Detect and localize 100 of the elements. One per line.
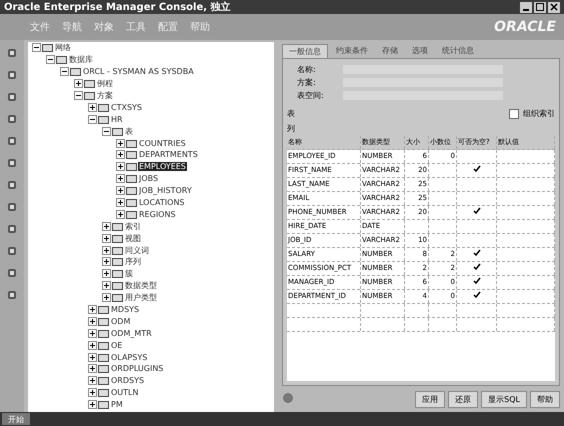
toolbar-icon[interactable] (5, 222, 19, 236)
tree-item[interactable]: 视图 (124, 232, 142, 244)
folder-icon (98, 352, 109, 362)
tree-item[interactable]: 簇 (124, 268, 134, 280)
tab[interactable]: 统计信息 (436, 44, 480, 58)
expand-icon[interactable] (88, 388, 97, 398)
expand-icon[interactable] (102, 246, 111, 255)
tree-item[interactable]: ORDPLUGINS (110, 364, 164, 374)
tree-item[interactable]: ORCL - SYSMAN AS SYSDBA (82, 67, 195, 76)
collapse-icon[interactable] (46, 55, 55, 64)
folder-icon (126, 162, 137, 172)
tree-item[interactable]: ODM (110, 316, 132, 326)
expand-icon[interactable] (102, 269, 111, 278)
tree-item[interactable]: MDSYS (110, 305, 140, 314)
expand-icon[interactable] (116, 174, 125, 184)
tree-item[interactable]: OUTLN (110, 388, 140, 398)
expand-icon[interactable] (102, 281, 111, 290)
tree-item[interactable]: 网络 (54, 42, 72, 54)
expand-icon[interactable] (102, 222, 111, 231)
expand-icon[interactable] (88, 328, 97, 338)
toolbar-icon[interactable] (5, 288, 19, 302)
tree-item[interactable]: 数据类型 (124, 280, 158, 292)
collapse-icon[interactable] (60, 67, 69, 76)
tree-item[interactable]: CTXSYS (110, 102, 143, 112)
tree-item[interactable]: REGIONS (138, 210, 177, 219)
tree-item[interactable]: 例程 (96, 78, 114, 90)
maximize-icon[interactable] (534, 2, 546, 12)
expand-icon[interactable] (116, 210, 125, 219)
folder-icon (112, 222, 123, 231)
folder-icon (98, 305, 109, 314)
folder-icon (126, 210, 137, 219)
tree-item[interactable]: ODM_MTR (110, 328, 153, 338)
expand-icon[interactable] (102, 257, 111, 266)
toolbar-icon[interactable] (5, 112, 19, 126)
expand-icon[interactable] (88, 102, 97, 112)
tree-item[interactable]: EMPLOYEES (138, 162, 187, 172)
tree-item[interactable]: ORDSYS (110, 376, 146, 386)
tree-item[interactable]: COUNTRIES (138, 138, 187, 148)
toolbar-icon[interactable] (5, 200, 19, 214)
toolbar-icon[interactable] (5, 46, 19, 60)
tree-item[interactable]: 序列 (124, 256, 142, 268)
folder-icon (98, 400, 109, 410)
toolbar-icon[interactable] (5, 178, 19, 192)
expand-icon[interactable] (88, 376, 97, 386)
expand-icon[interactable] (116, 186, 125, 196)
folder-icon (98, 102, 109, 112)
expand-icon[interactable] (102, 234, 111, 243)
tree-item[interactable]: 方案 (96, 90, 114, 101)
tree-item[interactable]: DEPARTMENTS (138, 150, 199, 160)
folder-icon (112, 257, 123, 266)
tree-item[interactable]: 表 (124, 126, 134, 137)
tab[interactable]: 一般信息 (282, 44, 328, 58)
tree-item[interactable]: 同义词 (124, 244, 150, 256)
expand-icon[interactable] (116, 162, 125, 172)
expand-icon[interactable] (74, 79, 83, 88)
minimize-icon[interactable] (520, 2, 532, 12)
expand-icon[interactable] (88, 316, 97, 326)
checkbox[interactable] (509, 108, 519, 118)
tab[interactable]: 选项 (406, 44, 434, 58)
toolbar-icon[interactable] (5, 134, 19, 148)
expand-icon[interactable] (88, 340, 97, 350)
tree-item[interactable]: 数据库 (68, 54, 94, 66)
folder-icon (126, 150, 137, 160)
toolbar-icon[interactable] (5, 156, 19, 170)
tree-item[interactable]: JOBS (138, 174, 160, 184)
tree-item[interactable]: OE (110, 340, 124, 350)
toolbar-icon[interactable] (5, 68, 19, 82)
tree-item[interactable]: 用户类型 (124, 292, 158, 304)
expand-icon[interactable] (88, 352, 97, 362)
expand-icon[interactable] (88, 305, 97, 314)
toolbar-icon[interactable] (5, 266, 19, 280)
dialog-button[interactable]: 显示SQL (481, 390, 527, 408)
expand-icon[interactable] (88, 400, 97, 410)
expand-icon[interactable] (102, 293, 111, 302)
expand-icon[interactable] (116, 198, 125, 208)
tree-item[interactable]: OLAPSYS (110, 352, 148, 362)
folder-icon (126, 186, 137, 196)
collapse-icon[interactable] (102, 126, 111, 136)
collapse-icon[interactable] (74, 91, 83, 100)
tab[interactable]: 存储 (376, 44, 404, 58)
collapse-icon[interactable] (32, 43, 41, 52)
tab[interactable]: 约束条件 (330, 44, 374, 58)
close-icon[interactable] (548, 2, 560, 12)
dialog-button[interactable]: 还原 (448, 390, 478, 408)
expand-icon[interactable] (116, 138, 125, 148)
tree-item[interactable]: LOCATIONS (138, 198, 186, 208)
start-button[interactable]: 开始 (2, 413, 30, 425)
tree-item[interactable]: PM (110, 400, 124, 410)
tree-item[interactable]: HR (110, 114, 124, 124)
toolbar-icon[interactable] (5, 90, 19, 104)
expand-icon[interactable] (88, 364, 97, 374)
folder-icon (112, 126, 123, 136)
collapse-icon[interactable] (88, 114, 97, 124)
folder-icon (126, 174, 137, 184)
expand-icon[interactable] (116, 150, 125, 160)
tree-item[interactable]: 索引 (124, 220, 142, 232)
toolbar-icon[interactable] (5, 244, 19, 258)
help-button[interactable]: 帮助 (530, 390, 560, 408)
tree-item[interactable]: JOB_HISTORY (138, 186, 193, 196)
dialog-button[interactable]: 应用 (415, 390, 446, 408)
